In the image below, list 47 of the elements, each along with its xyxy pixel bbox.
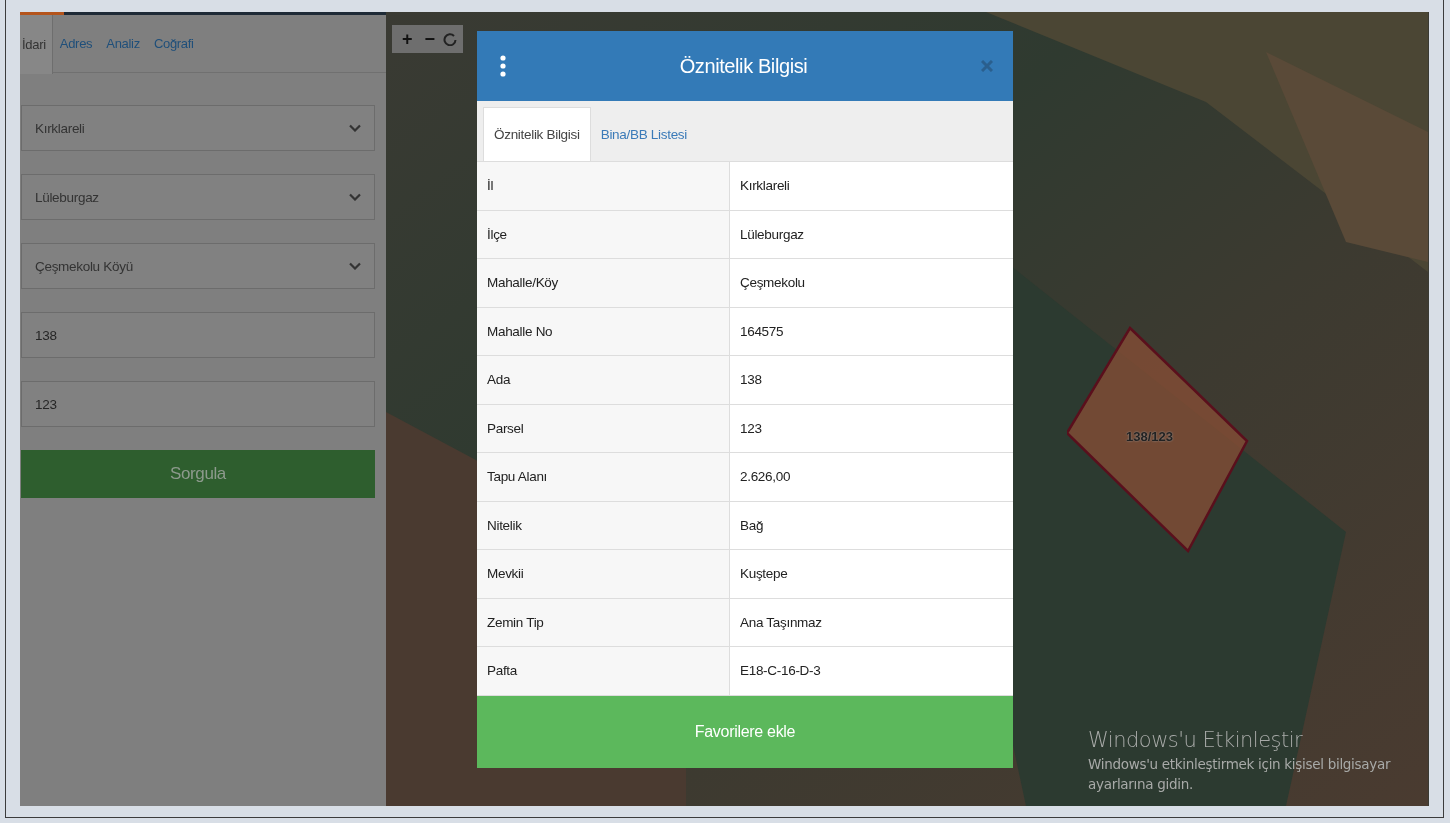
table-cell: Pafta	[477, 647, 730, 696]
table-cell: Mahalle/Köy	[477, 259, 730, 308]
activation-message: Windows'u etkinleştirmek için kişisel bilgisayar ayarlarına gidin.	[1088, 755, 1392, 794]
table-cell: Kuştepe	[730, 550, 1013, 599]
chevron-down-icon	[349, 262, 361, 270]
table-cell: Ana Taşınmaz	[730, 598, 1013, 647]
kebab-menu-icon	[500, 55, 506, 77]
table-cell: 2.626,00	[730, 453, 1013, 502]
table-cell: Mevkii	[477, 550, 730, 599]
dialog-title: Öznitelik Bilgisi	[678, 54, 809, 78]
dropdown[interactable]: Çeşmekolu Köyü	[21, 243, 375, 289]
zoom-button[interactable]: +	[398, 28, 417, 50]
table-cell: Bağ	[730, 501, 1013, 550]
tab[interactable]: Adres	[52, 15, 100, 72]
table-cell: Nitelik	[477, 501, 730, 550]
query-button[interactable]: Sorgula	[21, 450, 375, 498]
chevron-down-icon	[349, 124, 361, 132]
table-cell: Mahalle No	[477, 307, 730, 356]
table-cell: 123	[730, 404, 1013, 453]
chevron-down-icon	[349, 193, 361, 201]
table-cell: 164575	[730, 307, 1013, 356]
table-cell: Ada	[477, 356, 730, 405]
table-cell: Kırklareli	[730, 162, 1013, 211]
input-field[interactable]: 138	[21, 312, 375, 358]
activation-title: Windows'u Etkinleştir	[1088, 728, 1304, 752]
table-cell: Lüleburgaz	[730, 210, 1013, 259]
table-cell: 138	[730, 356, 1013, 405]
zoom-button[interactable]: −	[420, 28, 440, 50]
table-cell: E18-C-16-D-3	[730, 647, 1013, 696]
table-cell: Tapu Alanı	[477, 453, 730, 502]
close-icon	[981, 60, 993, 72]
input-field[interactable]: 123	[21, 381, 375, 427]
refresh-icon	[443, 32, 458, 46]
add-favorites-button[interactable]: Favorilere ekle	[477, 695, 1013, 768]
table-cell: Parsel	[477, 404, 730, 453]
tab[interactable]: Analiz	[99, 15, 147, 72]
parcel-label: 138/123	[1126, 429, 1173, 444]
dropdown[interactable]: Lüleburgaz	[21, 174, 375, 220]
tab[interactable]: İdari	[20, 15, 53, 74]
tab[interactable]: Öznitelik Bilgisi	[483, 107, 591, 161]
table-cell: İlçe	[477, 210, 730, 259]
tab[interactable]: Bina/BB Listesi	[590, 107, 697, 161]
table-cell: İl	[477, 162, 730, 211]
table-cell: Zemin Tip	[477, 598, 730, 647]
tab[interactable]: Coğrafi	[146, 15, 201, 72]
table-cell: Çeşmekolu	[730, 259, 1013, 308]
dropdown[interactable]: Kırklareli	[21, 105, 375, 151]
